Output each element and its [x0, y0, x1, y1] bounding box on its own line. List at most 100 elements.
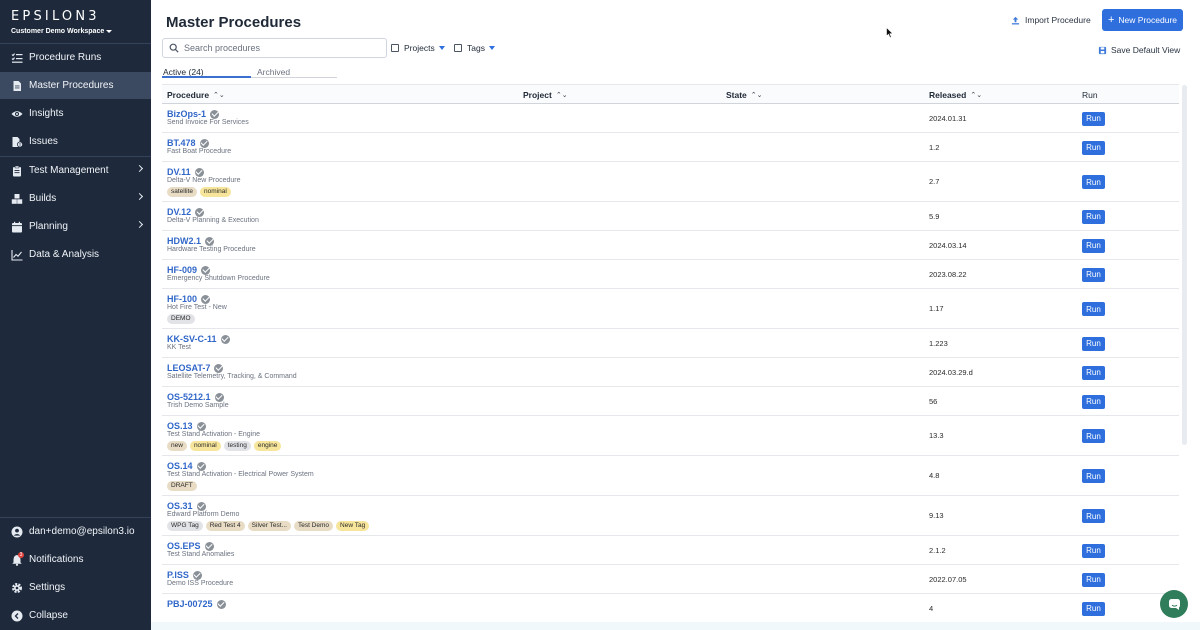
sidebar-item-master-procedures[interactable]: Master Procedures: [0, 72, 151, 99]
procedure-link[interactable]: OS.13: [167, 421, 206, 431]
new-procedure-button[interactable]: + New Procedure: [1102, 9, 1183, 31]
procedure-link[interactable]: OS.EPS: [167, 541, 214, 551]
eye-icon: [10, 107, 23, 120]
app-logo[interactable]: EPSILON3: [11, 9, 100, 24]
procedure-link[interactable]: OS.31: [167, 501, 206, 511]
tag-chip[interactable]: DEMO: [167, 314, 195, 324]
tab-divider: [251, 77, 337, 78]
table-row[interactable]: HDW2.1 Hardware Testing Procedure 2024.03.…: [162, 231, 1179, 260]
table-row[interactable]: OS.31 Edward Platform Demo WPG Tag Red Test…: [162, 496, 1179, 536]
tag-chip[interactable]: Test Demo: [293, 521, 334, 531]
verified-check-icon: [216, 599, 226, 609]
column-header-released[interactable]: Released ⌃⌄: [929, 90, 982, 100]
table-row[interactable]: BT.478 Fast Boat Procedure 1.2 Run: [162, 133, 1179, 162]
table-row[interactable]: KK-SV-C-11 KK Test 1.223 Run: [162, 329, 1179, 358]
procedure-link[interactable]: KK-SV-C-11: [167, 334, 230, 344]
import-procedure-button[interactable]: Import Procedure: [1011, 12, 1091, 28]
table-row[interactable]: OS.14 Test Stand Activation - Electrical …: [162, 456, 1179, 496]
sort-icon: ⌃⌄: [970, 92, 983, 99]
run-button[interactable]: Run: [1082, 601, 1105, 616]
sidebar-item-label: Insights: [29, 108, 64, 119]
sidebar-item-builds[interactable]: Builds: [0, 185, 151, 212]
run-button[interactable]: Run: [1082, 238, 1105, 253]
run-button[interactable]: Run: [1082, 336, 1105, 351]
table-row[interactable]: PBJ-00725 4 Run: [162, 594, 1179, 623]
sidebar-item-insights[interactable]: Insights: [0, 100, 151, 127]
table-row[interactable]: OS.13 Test Stand Activation - Engine new no…: [162, 416, 1179, 456]
sidebar-item-procedure-runs[interactable]: Procedure Runs: [0, 44, 151, 71]
tag-chip[interactable]: DRAFT: [167, 481, 197, 491]
procedure-link[interactable]: DV.11: [167, 167, 204, 177]
scrollbar[interactable]: [1182, 85, 1187, 445]
tag-chip[interactable]: nominal: [200, 187, 231, 197]
procedure-link[interactable]: P.ISS: [167, 570, 202, 580]
tag-chip[interactable]: testing: [223, 441, 251, 451]
procedure-link[interactable]: HF-100: [167, 294, 211, 304]
sidebar-item-issues[interactable]: Issues: [0, 128, 151, 155]
chevron-down-icon: [438, 46, 445, 50]
save-default-view-button[interactable]: Save Default View: [1098, 45, 1180, 55]
table-row[interactable]: OS.EPS Test Stand Anomalies 2.1.2 Run: [162, 536, 1179, 565]
tag-chip[interactable]: New Tag: [336, 521, 370, 531]
run-button[interactable]: Run: [1082, 469, 1105, 483]
table-row[interactable]: DV.11 Delta-V New Procedure satellite nomin…: [162, 162, 1179, 202]
tag-chip[interactable]: satellite: [167, 187, 198, 197]
tag-chip[interactable]: Silver Test...: [247, 521, 291, 531]
table-row[interactable]: HF-100 Hot Fire Test - New DEMO 1.17 Run: [162, 289, 1179, 329]
procedure-link[interactable]: BT.478: [167, 138, 209, 148]
table-row[interactable]: BizOps-1 Send Invoice For Services 2024.01…: [162, 104, 1179, 133]
procedure-link[interactable]: HF-009: [167, 265, 211, 275]
run-button[interactable]: Run: [1082, 394, 1105, 409]
tag-chip[interactable]: engine: [253, 441, 282, 451]
procedure-link[interactable]: PBJ-00725: [167, 599, 226, 609]
table-row[interactable]: OS-5212.1 Trish Demo Sample 56 Run: [162, 387, 1179, 416]
import-procedure-label: Import Procedure: [1025, 15, 1091, 25]
workspace-selector[interactable]: Customer Demo Workspace: [11, 28, 113, 35]
procedure-link[interactable]: OS-5212.1: [167, 392, 224, 402]
sidebar-footer-collapse[interactable]: Collapse: [0, 602, 151, 629]
procedure-link[interactable]: DV.12: [167, 207, 205, 217]
run-button[interactable]: Run: [1082, 175, 1105, 189]
sidebar-footer-dan-demo-epsilon3-io[interactable]: dan+demo@epsilon3.io: [0, 518, 151, 545]
run-button[interactable]: Run: [1082, 209, 1105, 224]
tag-chip[interactable]: nominal: [189, 441, 221, 451]
procedure-link[interactable]: OS.14: [167, 461, 206, 471]
sidebar-footer-notifications[interactable]: 3 Notifications: [0, 546, 151, 573]
table-row[interactable]: DV.12 Delta-V Planning & Execution 5.9 Run: [162, 202, 1179, 231]
tags-filter[interactable]: Tags: [454, 43, 495, 53]
table-row[interactable]: P.ISS Demo ISS Procedure 2022.07.05 Run: [162, 565, 1179, 594]
run-button[interactable]: Run: [1082, 140, 1105, 155]
run-button[interactable]: Run: [1082, 429, 1105, 443]
search-input[interactable]: [184, 43, 374, 53]
procedure-link[interactable]: HDW2.1: [167, 236, 215, 246]
column-header-project[interactable]: Project ⌃⌄: [523, 90, 568, 100]
sidebar-item-planning[interactable]: Planning: [0, 213, 151, 240]
run-button[interactable]: Run: [1082, 267, 1105, 282]
procedure-link[interactable]: LEOSAT-7: [167, 363, 224, 373]
verified-check-icon: [201, 294, 211, 304]
tag-chip[interactable]: new: [167, 441, 187, 451]
tab-archived[interactable]: Archived: [257, 67, 290, 77]
sidebar-item-label: Test Management: [29, 165, 109, 176]
released-version: 2024.03.29.d: [929, 367, 973, 377]
run-button[interactable]: Run: [1082, 111, 1105, 126]
run-button[interactable]: Run: [1082, 509, 1105, 523]
verified-check-icon: [210, 109, 220, 119]
projects-filter[interactable]: Projects: [391, 43, 445, 53]
chat-support-button[interactable]: [1160, 590, 1188, 618]
tag-chip[interactable]: WPG Tag: [167, 521, 203, 531]
verified-check-icon: [214, 392, 224, 402]
column-header-procedure[interactable]: Procedure ⌃⌄: [167, 90, 225, 100]
table-row[interactable]: HF-009 Emergency Shutdown Procedure 2023.0…: [162, 260, 1179, 289]
tag-chip[interactable]: Red Test 4: [205, 521, 245, 531]
sidebar-footer-settings[interactable]: Settings: [0, 574, 151, 601]
run-button[interactable]: Run: [1082, 572, 1105, 587]
table-row[interactable]: LEOSAT-7 Satellite Telemetry, Tracking, &…: [162, 358, 1179, 387]
column-header-state[interactable]: State ⌃⌄: [726, 90, 763, 100]
run-button[interactable]: Run: [1082, 365, 1105, 380]
sidebar-item-test-management[interactable]: Test Management: [0, 157, 151, 184]
run-button[interactable]: Run: [1082, 543, 1105, 558]
run-button[interactable]: Run: [1082, 302, 1105, 316]
sidebar-item-data-analysis[interactable]: Data & Analysis: [0, 241, 151, 268]
procedure-link[interactable]: BizOps-1: [167, 109, 220, 119]
